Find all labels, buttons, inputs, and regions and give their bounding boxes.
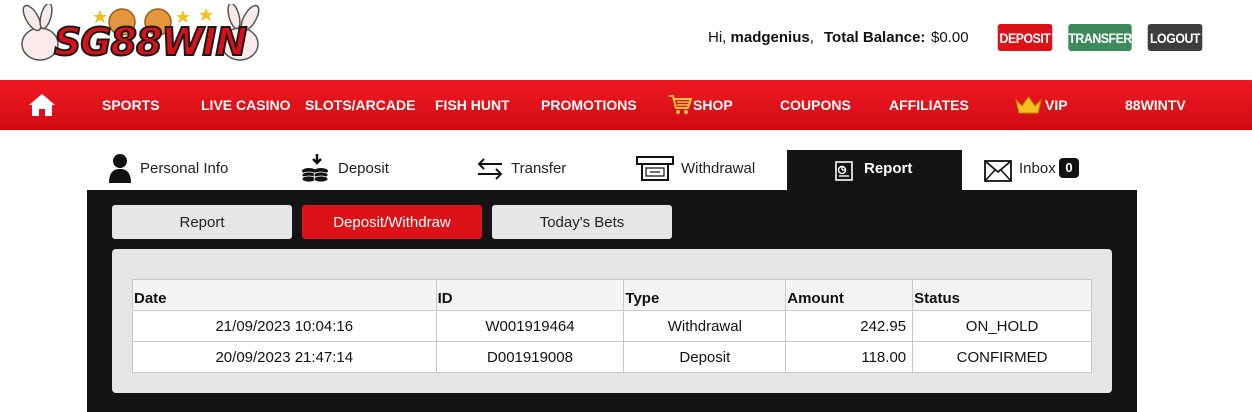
cell-type: Deposit	[623, 341, 787, 373]
shopping-cart-icon	[669, 95, 692, 114]
nav-slots-arcade[interactable]: SLOTS/ARCADE	[305, 80, 415, 130]
nav-sports[interactable]: SPORTS	[102, 80, 160, 130]
inbox-count-badge: 0	[1059, 158, 1079, 178]
subtab-report[interactable]: Report	[112, 205, 292, 239]
main-nav: SPORTS LIVE CASINO SLOTS/ARCADE FISH HUN…	[0, 80, 1252, 130]
nav-affiliates[interactable]: AFFILIATES	[889, 80, 969, 130]
balance-label: Total Balance:	[824, 29, 926, 46]
cell-date: 20/09/2023 21:47:14	[132, 341, 437, 373]
logout-button[interactable]: LOGOUT	[1147, 24, 1203, 51]
site-header: SG88WIN Hi, madgenius, Total Balance: $0…	[0, 0, 1252, 80]
tab-inbox[interactable]: Inbox 0	[980, 150, 1100, 190]
transactions-table: Date ID Type Amount Status 21/09/2023 10…	[132, 279, 1092, 373]
header-deposit-button[interactable]: DEPOSIT	[997, 24, 1053, 51]
tab-label: Withdrawal	[681, 160, 756, 177]
coins-icon	[301, 154, 329, 183]
home-icon[interactable]	[28, 93, 56, 117]
cell-id: D001919008	[435, 341, 625, 373]
nav-promotions[interactable]: PROMOTIONS	[541, 80, 637, 130]
nav-fish-hunt[interactable]: FISH HUNT	[435, 80, 510, 130]
person-icon	[109, 154, 131, 183]
logo-text: SG88WIN	[53, 19, 248, 65]
cell-status: ON_HOLD	[912, 310, 1092, 342]
tab-label: Personal Info	[140, 160, 229, 177]
nav-coupons[interactable]: COUPONS	[780, 80, 851, 130]
column-header-date: Date	[132, 279, 437, 311]
page: SG88WIN Hi, madgenius, Total Balance: $0…	[0, 0, 1252, 412]
envelope-icon	[984, 160, 1012, 182]
column-header-type: Type	[623, 279, 787, 311]
site-logo[interactable]: SG88WIN	[18, 2, 263, 70]
column-header-amount: Amount	[785, 279, 914, 311]
nav-shop[interactable]: SHOP	[693, 80, 733, 130]
greeting-prefix: Hi,	[708, 29, 727, 46]
tab-deposit[interactable]: Deposit	[295, 150, 455, 190]
tab-transfer[interactable]: Transfer	[470, 150, 620, 190]
cell-amount: 242.95	[785, 310, 914, 342]
subtab-deposit-withdraw[interactable]: Deposit/Withdraw	[302, 205, 482, 239]
greeting-suffix: ,	[809, 29, 814, 46]
header-transfer-button[interactable]: TRANSFER	[1068, 24, 1132, 51]
subtab-todays-bets[interactable]: Today's Bets	[492, 205, 672, 239]
column-header-status: Status	[912, 279, 1092, 311]
tab-label: Report	[864, 160, 913, 177]
transfer-arrows-icon	[477, 158, 503, 180]
username: madgenius	[730, 29, 810, 46]
tab-label: Transfer	[511, 160, 567, 177]
nav-live-casino[interactable]: LIVE CASINO	[201, 80, 290, 130]
tab-personal-info[interactable]: Personal Info	[100, 150, 275, 190]
tab-label: Inbox	[1019, 160, 1056, 177]
report-icon	[835, 161, 853, 181]
table-row: 20/09/2023 21:47:14 D001919008 Deposit 1…	[132, 341, 1092, 373]
tab-withdrawal[interactable]: Withdrawal	[630, 150, 785, 190]
cell-status: CONFIRMED	[912, 341, 1092, 373]
cell-date: 21/09/2023 10:04:16	[132, 310, 437, 342]
tab-label: Deposit	[338, 160, 389, 177]
cash-withdraw-icon	[636, 156, 674, 181]
cell-amount: 118.00	[785, 341, 914, 373]
table-header-row: Date ID Type Amount Status	[132, 279, 1092, 311]
nav-88wintv[interactable]: 88WINTV	[1125, 80, 1186, 130]
cell-type: Withdrawal	[623, 310, 787, 342]
nav-vip[interactable]: VIP	[1045, 80, 1068, 130]
column-header-id: ID	[435, 279, 625, 311]
greeting: Hi, madgenius,	[708, 29, 814, 46]
balance-value: $0.00	[931, 29, 969, 46]
table-row: 21/09/2023 10:04:16 W001919464 Withdrawa…	[132, 310, 1092, 342]
crown-icon	[1015, 96, 1042, 114]
cell-id: W001919464	[435, 310, 625, 342]
tab-report[interactable]: Report	[787, 150, 962, 190]
